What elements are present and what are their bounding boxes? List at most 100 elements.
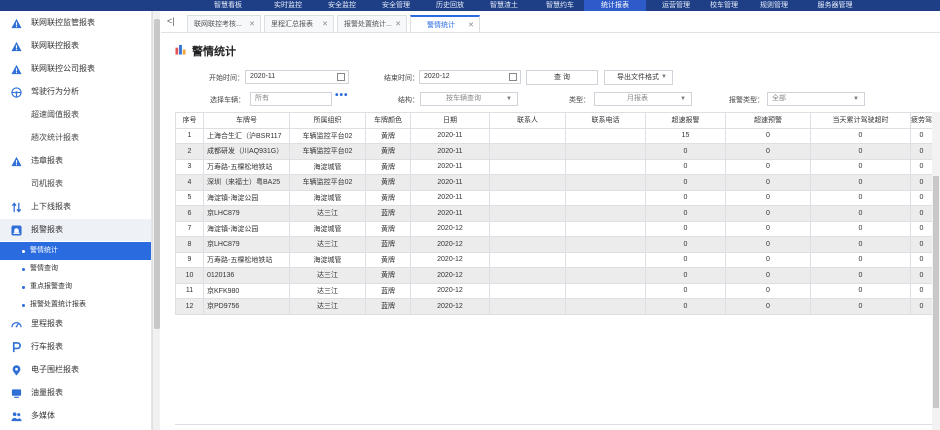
column-header[interactable]: 序号 xyxy=(175,112,204,129)
table-row[interactable]: 8 京LHC879 达三江 蓝牌 2020-12 0 0 0 0 xyxy=(175,236,933,253)
close-icon[interactable]: ✕ xyxy=(249,16,255,33)
table-cell: 车辆监控平台02 xyxy=(289,127,366,144)
table-row[interactable]: 12 京PD9756 达三江 蓝牌 2020-12 0 0 0 0 xyxy=(175,298,933,315)
bullet-icon xyxy=(22,286,25,289)
table-row[interactable]: 11 京KFK980 达三江 蓝牌 2020-12 0 0 0 0 xyxy=(175,282,933,299)
table-scrollbar[interactable] xyxy=(932,112,940,430)
table-scrollbar-thumb[interactable] xyxy=(933,176,939,408)
sidebar-item-driving-behavior[interactable]: 驾驶行为分析 xyxy=(0,81,151,103)
table-row[interactable]: 6 京LHC879 达三江 蓝牌 2020-11 0 0 0 0 xyxy=(175,205,933,222)
calendar-icon[interactable] xyxy=(509,73,517,81)
table-cell: 0 xyxy=(645,298,726,315)
table-cell: 2020-12 xyxy=(410,236,490,253)
nav-item-realtime-monitor[interactable]: 实时监控 xyxy=(258,0,318,11)
nav-item-statistics[interactable]: 统计报表 xyxy=(584,0,646,11)
table-cell: 0 xyxy=(645,282,726,299)
nav-item-smart-booking[interactable]: 智慧约车 xyxy=(530,0,590,11)
table-cell: 0 xyxy=(910,298,933,315)
table-row[interactable]: 2 成都研发（川AQ931G） 车辆监控平台02 黄牌 2020-11 0 0 0 0 xyxy=(175,143,933,160)
table-cell: 7 xyxy=(175,220,204,237)
nav-item-safety-manage[interactable]: 安全管理 xyxy=(366,0,426,11)
nav-item-rules[interactable]: 规则管理 xyxy=(744,0,804,11)
sidebar-item-violation[interactable]: 违章报表 xyxy=(0,150,151,172)
sidebar-item-speed-threshold[interactable]: 超速阈值报表 xyxy=(0,104,151,126)
sidebar-item-mileage[interactable]: 里程报表 xyxy=(0,313,151,335)
column-header[interactable]: 当天累计驾驶超时 xyxy=(810,112,911,129)
column-header[interactable]: 联系电话 xyxy=(565,112,646,129)
table-cell xyxy=(489,220,566,237)
table-row[interactable]: 5 海淀镇-海淀公园 海淀城管 黄牌 2020-11 0 0 0 0 xyxy=(175,189,933,206)
alarm-type-select[interactable]: 全部 ▼ xyxy=(767,92,865,106)
table-cell: 0 xyxy=(725,298,811,315)
sidebar-item-geofence[interactable]: 电子围栏报表 xyxy=(0,359,151,381)
table-cell xyxy=(489,298,566,315)
sidebar-item-network-supervision[interactable]: 联网联控监管报表 xyxy=(0,12,151,34)
sidebar-subitem-alarm-handling[interactable]: 报警处置统计报表 xyxy=(0,296,151,314)
column-header[interactable]: 所属组织 xyxy=(289,112,366,129)
more-options-icon[interactable]: ••• xyxy=(335,90,349,101)
structure-select[interactable]: 按车辆查询 ▼ xyxy=(420,92,518,106)
sidebar-item-alarm-report[interactable]: 报警报表 xyxy=(0,219,151,241)
nav-item-dashboard[interactable]: 智慧看板 xyxy=(198,0,258,11)
table-cell: 1 xyxy=(175,127,204,144)
table-cell: 0 xyxy=(645,143,726,160)
export-format-select[interactable]: 导出文件格式 ▼ xyxy=(604,70,673,85)
query-button[interactable]: 查 询 xyxy=(526,70,598,85)
sidebar-item-fuel[interactable]: 油量报表 xyxy=(0,382,151,404)
start-time-input[interactable]: 2020-11 xyxy=(245,70,349,84)
sidebar-item-driver[interactable]: 司机报表 xyxy=(0,173,151,195)
type-select[interactable]: 月报表 ▼ xyxy=(594,92,692,106)
nav-item-smart-muck[interactable]: 智慧渣土 xyxy=(474,0,534,11)
table-cell: 2020-12 xyxy=(410,298,490,315)
close-icon[interactable]: ✕ xyxy=(468,17,474,34)
column-header[interactable]: 超速报警 xyxy=(645,112,726,129)
nav-item-history-playback[interactable]: 历史回放 xyxy=(420,0,480,11)
sidebar-item-network-company[interactable]: 联网联控公司报表 xyxy=(0,58,151,80)
table-row[interactable]: 7 海淀镇-海淀公园 海淀城管 黄牌 2020-12 0 0 0 0 xyxy=(175,220,933,237)
table-row[interactable]: 3 万寿路-五棵松地铁站 海淀城管 黄牌 2020-11 0 0 0 0 xyxy=(175,158,933,175)
nav-item-server[interactable]: 服务器管理 xyxy=(800,0,870,11)
close-icon[interactable]: ✕ xyxy=(395,16,401,33)
calendar-icon[interactable] xyxy=(337,73,345,81)
sidebar-item-online-offline[interactable]: 上下线报表 xyxy=(0,196,151,218)
column-header[interactable]: 车牌颜色 xyxy=(365,112,411,129)
table-cell: 0 xyxy=(910,205,933,222)
sidebar-item-network-report[interactable]: 联网联控报表 xyxy=(0,35,151,57)
table-cell: 达三江 xyxy=(289,282,366,299)
sidebar-scrollbar[interactable] xyxy=(152,11,160,430)
table-cell: 蓝牌 xyxy=(365,298,411,315)
tab-alarm-handling[interactable]: 报警处置统计... ✕ xyxy=(337,15,407,32)
table-row[interactable]: 1 上海合生汇（沪BSR117 车辆监控平台02 黄牌 2020-11 15 0 0 0 xyxy=(175,127,933,144)
vehicle-input[interactable]: 所有 xyxy=(250,92,332,106)
collapse-sidebar-button[interactable]: <| xyxy=(167,16,175,26)
table-row[interactable]: 10 0120136 达三江 黄牌 2020-12 0 0 0 0 xyxy=(175,267,933,284)
column-header[interactable]: 联系人 xyxy=(489,112,566,129)
sidebar-item-trip-stats[interactable]: 趟次统计报表 xyxy=(0,127,151,149)
column-header[interactable]: 日期 xyxy=(410,112,490,129)
sidebar-subitem-alarm-query[interactable]: 警情查询 xyxy=(0,260,151,278)
table-cell: 0 xyxy=(810,189,911,206)
sidebar-subitem-alarm-stats[interactable]: 警情统计 xyxy=(0,242,151,260)
column-header[interactable]: 疲劳驾 xyxy=(910,112,933,129)
column-header[interactable]: 车牌号 xyxy=(203,112,290,129)
table-row[interactable]: 9 万寿路-五棵松地铁站 海淀城管 黄牌 2020-12 0 0 0 0 xyxy=(175,251,933,268)
sidebar-item-multimedia[interactable]: 多媒体 xyxy=(0,405,151,427)
tab-mileage-summary[interactable]: 里程汇总报表 ✕ xyxy=(264,15,334,32)
sidebar-scrollbar-thumb[interactable] xyxy=(154,19,160,329)
close-icon[interactable]: ✕ xyxy=(322,16,328,33)
table-cell: 10 xyxy=(175,267,204,284)
table-cell: 上海合生汇（沪BSR117 xyxy=(203,127,290,144)
nav-item-safety-monitor[interactable]: 安全监控 xyxy=(312,0,372,11)
column-header[interactable]: 超速预警 xyxy=(725,112,811,129)
end-time-input[interactable]: 2020-12 xyxy=(419,70,521,84)
tab-network-assessment[interactable]: 联网联控考核... ✕ xyxy=(187,15,261,32)
sidebar-item-driving[interactable]: 行车报表 xyxy=(0,336,151,358)
table-cell xyxy=(565,267,646,284)
tab-alarm-stats[interactable]: 警情统计 ✕ xyxy=(410,15,480,32)
sidebar-subitem-label: 报警处置统计报表 xyxy=(30,301,86,308)
sidebar-subitem-key-alarm-query[interactable]: 重点报警查询 xyxy=(0,278,151,296)
bullet-icon xyxy=(22,250,25,253)
table-cell: 0 xyxy=(725,158,811,175)
table-row[interactable]: 4 深圳（来福士）粤BA25 车辆监控平台02 黄牌 2020-11 0 0 0 0 xyxy=(175,174,933,191)
table-cell xyxy=(565,236,646,253)
